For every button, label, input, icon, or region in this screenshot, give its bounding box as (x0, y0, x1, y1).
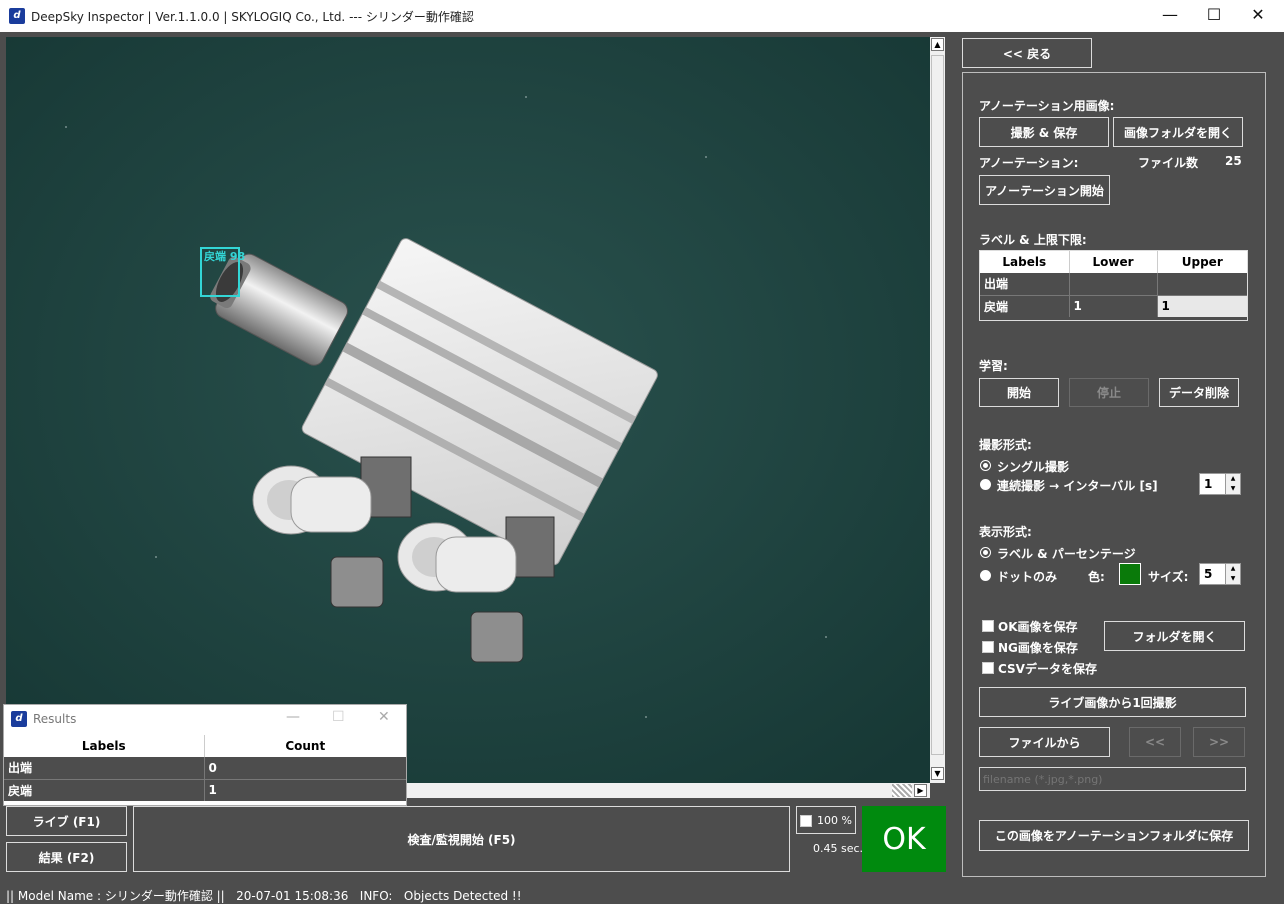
open-folder-button[interactable]: フォルダを開く (1104, 621, 1245, 651)
save-ng-label: NG画像を保存 (998, 641, 1078, 655)
minimize-button[interactable]: — (1148, 4, 1192, 28)
col-header-upper[interactable]: Upper (1157, 251, 1247, 273)
file-count-value: 25 (1225, 154, 1242, 168)
back-button[interactable]: << 戻る (962, 38, 1092, 68)
detection-label: 戻端 98 (204, 250, 246, 263)
save-ok-label: OK画像を保存 (998, 620, 1078, 634)
capture-once-button[interactable]: ライブ画像から1回撮影 (979, 687, 1246, 717)
status-text: || Model Name : シリンダー動作確認 || 20-07-01 15… (6, 889, 522, 903)
close-button[interactable]: ✕ (1236, 4, 1280, 28)
file-count-label: ファイル数 (1138, 156, 1199, 170)
results-title-bar: d Results — ☐ ✕ (4, 705, 406, 733)
scroll-grip[interactable] (892, 784, 912, 797)
results-table[interactable]: Labels Count 出端 0 戻端 1 (4, 735, 406, 801)
size-value[interactable]: 5 (1204, 567, 1212, 581)
cell-upper[interactable]: 1 (1157, 295, 1247, 317)
dot-color-swatch[interactable] (1119, 563, 1141, 585)
from-file-button[interactable]: ファイルから (979, 727, 1110, 757)
save-to-annotation-button[interactable]: この画像をアノーテーションフォルダに保存 (979, 820, 1249, 851)
window-title: DeepSky Inspector | Ver.1.1.0.0 | SKYLOG… (31, 10, 474, 24)
elapsed-time: 0.45 sec. (813, 842, 864, 855)
col-header-count[interactable]: Count (204, 735, 406, 757)
display-mode-label: 表示形式: (979, 525, 1032, 539)
cell-label[interactable]: 出端 (4, 757, 205, 779)
size-stepper[interactable]: 5 ▲ ▼ (1199, 563, 1241, 585)
col-header-labels[interactable]: Labels (4, 735, 205, 757)
table-row[interactable]: 戻端 1 (4, 779, 406, 801)
annotation-label: アノーテーション: (979, 156, 1079, 170)
delete-data-button[interactable]: データ削除 (1159, 378, 1239, 407)
stepper-arrows-icon[interactable]: ▲ ▼ (1225, 564, 1240, 584)
save-csv-checkbox[interactable] (982, 662, 994, 674)
judge-result: OK (862, 806, 946, 872)
cell-label[interactable]: 戻端 (980, 295, 1070, 317)
color-label: 色: (1088, 570, 1105, 584)
single-capture-radio[interactable] (980, 460, 991, 471)
next-image-button[interactable]: >> (1193, 727, 1245, 757)
scroll-up-icon[interactable]: ▲ (931, 38, 944, 51)
annotation-start-button[interactable]: アノーテーション開始 (979, 175, 1110, 205)
save-csv-label: CSVデータを保存 (998, 662, 1097, 676)
continuous-capture-radio[interactable] (980, 479, 991, 490)
status-bar: || Model Name : シリンダー動作確認 || 20-07-01 15… (0, 882, 1284, 904)
app-logo-icon: d (9, 8, 25, 24)
zoom-checkbox[interactable] (800, 815, 812, 827)
title-bar: d DeepSky Inspector | Ver.1.1.0.0 | SKYL… (0, 0, 1284, 32)
start-inspection-button[interactable]: 検査/監視開始 (F5) (133, 806, 790, 872)
table-row[interactable]: 出端 0 (4, 757, 406, 779)
vertical-scrollbar[interactable]: ▲ ▼ (930, 37, 945, 783)
maximize-button[interactable]: ☐ (1192, 4, 1236, 28)
single-capture-label: シングル撮影 (997, 460, 1070, 474)
learning-label: 学習: (979, 359, 1008, 373)
results-minimize-icon[interactable]: — (286, 709, 300, 725)
cell-label[interactable]: 出端 (980, 273, 1070, 295)
dot-only-label: ドットのみ (997, 570, 1058, 584)
prev-image-button[interactable]: << (1129, 727, 1181, 757)
interval-value[interactable]: 1 (1204, 477, 1212, 491)
cell-upper[interactable] (1157, 273, 1247, 295)
cell-lower[interactable] (1069, 273, 1158, 295)
results-close-icon[interactable]: ✕ (378, 709, 390, 725)
capture-mode-label: 撮影形式: (979, 438, 1032, 452)
live-button[interactable]: ライブ (F1) (6, 806, 127, 836)
size-label: サイズ: (1148, 570, 1189, 584)
zoom-label: 100 % (817, 814, 852, 827)
results-button[interactable]: 結果 (F2) (6, 842, 127, 872)
camera-image (6, 37, 930, 783)
col-header-labels[interactable]: Labels (980, 251, 1070, 273)
results-window: d Results — ☐ ✕ Labels Count 出端 0 戻端 1 (3, 704, 407, 806)
label-limits-label: ラベル & 上限下限: (979, 233, 1087, 247)
save-ok-checkbox[interactable] (982, 620, 994, 632)
open-image-folder-button[interactable]: 画像フォルダを開く (1113, 117, 1243, 147)
save-ng-checkbox[interactable] (982, 641, 994, 653)
table-row[interactable]: 出端 (980, 273, 1247, 295)
scroll-right-icon[interactable]: ▶ (914, 784, 927, 797)
app-logo-icon: d (11, 711, 27, 727)
camera-image-view[interactable]: 戻端 98 (6, 37, 930, 783)
filename-input[interactable] (979, 767, 1246, 791)
learn-stop-button[interactable]: 停止 (1069, 378, 1149, 407)
table-row[interactable]: 戻端 1 1 (980, 295, 1247, 317)
col-header-lower[interactable]: Lower (1069, 251, 1158, 273)
interval-stepper[interactable]: 1 ▲ ▼ (1199, 473, 1241, 495)
vertical-scroll-thumb[interactable] (931, 55, 944, 755)
continuous-capture-label: 連続撮影 → インターバル [s] (997, 479, 1158, 493)
cell-count[interactable]: 0 (204, 757, 406, 779)
label-limits-table[interactable]: Labels Lower Upper 出端 戻端 1 1 (979, 250, 1248, 321)
label-percentage-label: ラベル & パーセンテージ (997, 547, 1136, 561)
scroll-down-icon[interactable]: ▼ (931, 767, 944, 780)
capture-save-button[interactable]: 撮影 & 保存 (979, 117, 1109, 147)
results-title: Results (33, 712, 77, 726)
dot-only-radio[interactable] (980, 570, 991, 581)
stepper-arrows-icon[interactable]: ▲ ▼ (1225, 474, 1240, 494)
label-percentage-radio[interactable] (980, 547, 991, 558)
cell-lower[interactable]: 1 (1069, 295, 1158, 317)
cell-count[interactable]: 1 (204, 779, 406, 801)
zoom-toggle[interactable]: 100 % (796, 806, 856, 834)
results-maximize-icon[interactable]: ☐ (332, 709, 345, 725)
annot-image-label: アノーテーション用画像: (979, 99, 1115, 113)
cell-label[interactable]: 戻端 (4, 779, 205, 801)
learn-start-button[interactable]: 開始 (979, 378, 1059, 407)
